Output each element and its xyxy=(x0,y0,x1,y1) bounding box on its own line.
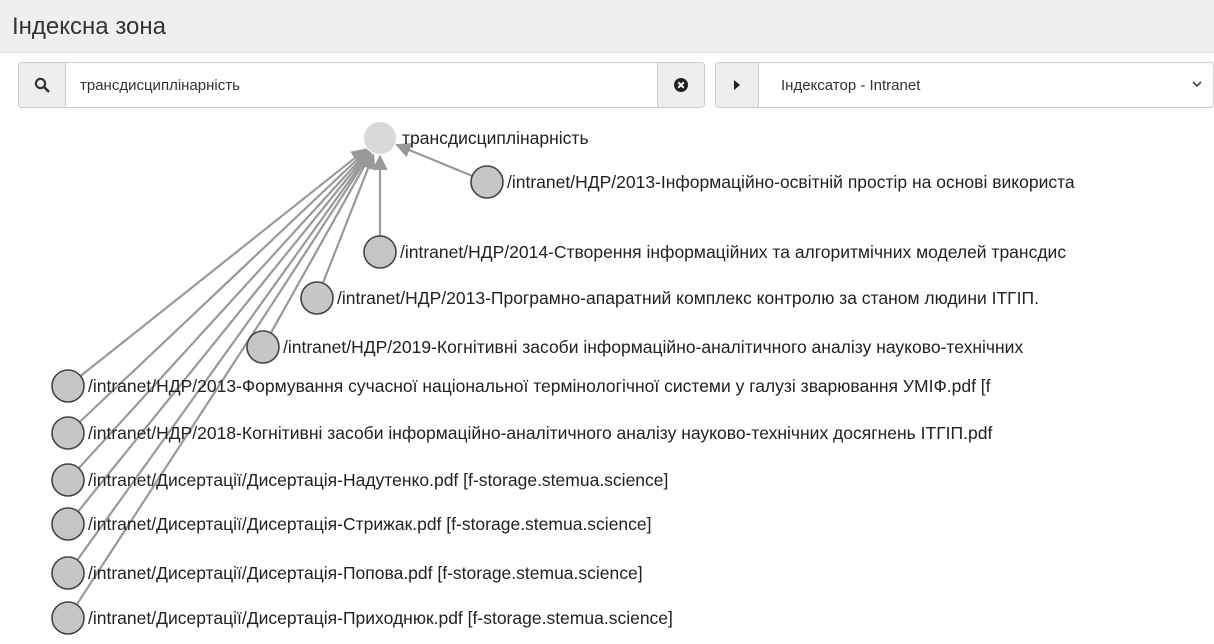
graph-node-label[interactable]: /intranet/НДР/2013-Інформаційно-освітній… xyxy=(507,172,1075,192)
graph-node-label[interactable]: /intranet/НДР/2013-Програмно-апаратний к… xyxy=(337,288,1039,308)
graph-node-label[interactable]: /intranet/Дисертації/Дисертація-Попова.p… xyxy=(88,563,643,583)
graph-node-label[interactable]: /intranet/Дисертації/Дисертація-Надутенк… xyxy=(88,470,668,490)
graph-root-label: трансдисциплінарність xyxy=(402,128,589,148)
graph-node[interactable] xyxy=(51,416,85,450)
graph-node-label[interactable]: /intranet/НДР/2018-Когнітивні засоби інф… xyxy=(88,423,992,443)
graph-node-label[interactable]: /intranet/НДР/2013-Формування сучасної н… xyxy=(88,376,991,396)
graph-node[interactable] xyxy=(51,556,85,590)
graph-edge xyxy=(395,142,473,177)
graph-node-label[interactable]: /intranet/Дисертації/Дисертація-Стрижак.… xyxy=(88,514,652,534)
graph-node[interactable] xyxy=(246,330,280,364)
graph-node[interactable] xyxy=(363,235,397,269)
graph-nodes: трансдисциплінарність/intranet/НДР/2013-… xyxy=(51,122,1075,635)
graph-edges xyxy=(75,142,473,606)
graph-edge xyxy=(77,150,370,513)
graph-node-label[interactable]: /intranet/НДР/2014-Створення інформаційн… xyxy=(400,242,1066,262)
graph-node[interactable] xyxy=(300,281,334,315)
graph-node[interactable] xyxy=(51,507,85,541)
graph-root-node[interactable] xyxy=(364,122,396,154)
graph-node-label[interactable]: /intranet/НДР/2019-Когнітивні засоби інф… xyxy=(283,337,1023,357)
graph-node[interactable] xyxy=(51,369,85,403)
graph-node-label[interactable]: /intranet/Дисертації/Дисертація-Приходню… xyxy=(88,608,673,628)
graph-node[interactable] xyxy=(51,601,85,635)
graph-canvas: трансдисциплінарність/intranet/НДР/2013-… xyxy=(51,122,1075,635)
graph-node[interactable] xyxy=(470,165,504,199)
graph-node[interactable] xyxy=(51,463,85,497)
